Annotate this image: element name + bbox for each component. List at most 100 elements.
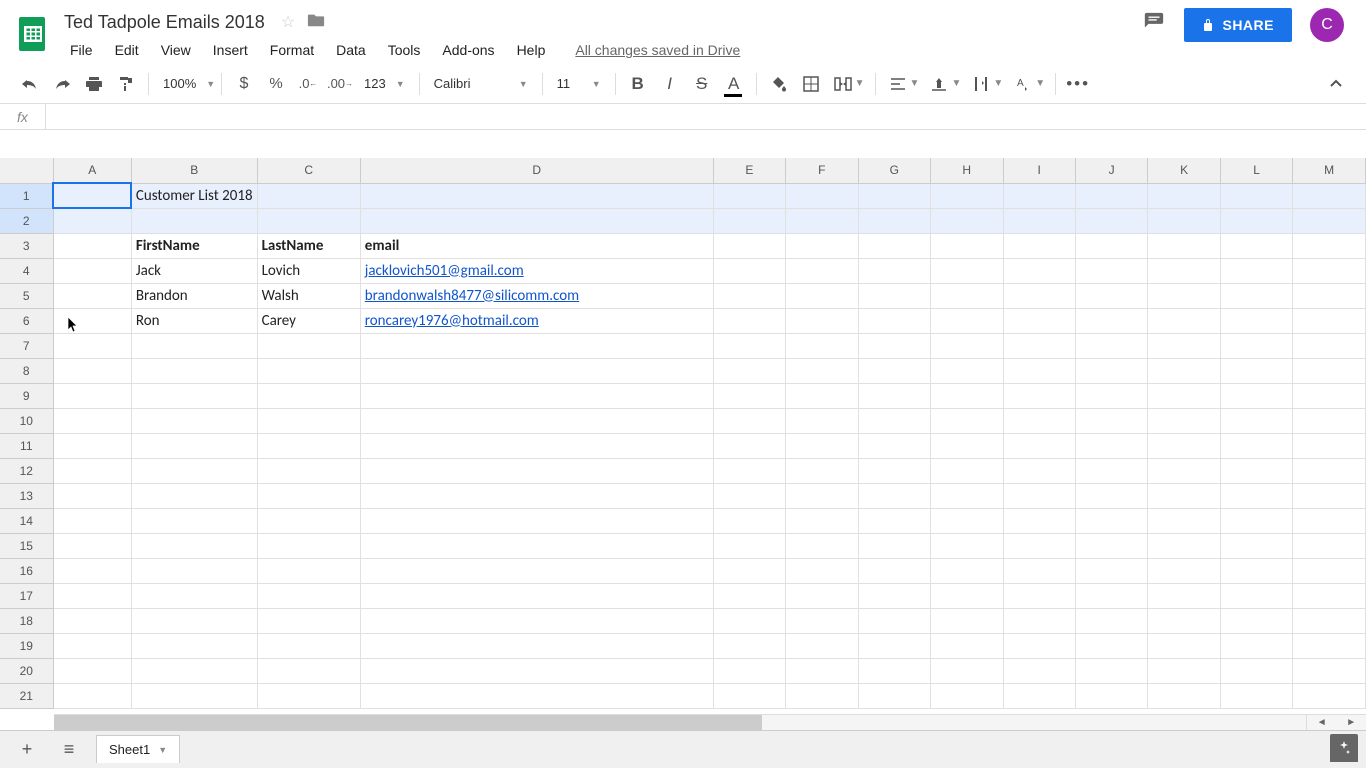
cell-H21[interactable] xyxy=(931,683,1003,708)
cell-G3[interactable] xyxy=(858,233,930,258)
cell-M5[interactable] xyxy=(1293,283,1366,308)
cell-G7[interactable] xyxy=(858,333,930,358)
format-percent-button[interactable]: % xyxy=(260,69,292,99)
cell-B10[interactable] xyxy=(131,408,257,433)
row-header-2[interactable]: 2 xyxy=(0,208,53,233)
cell-I6[interactable] xyxy=(1003,308,1075,333)
row-header-3[interactable]: 3 xyxy=(0,233,53,258)
cell-D18[interactable] xyxy=(360,608,713,633)
increase-decimal-button[interactable]: .00→ xyxy=(324,69,356,99)
cell-A1[interactable] xyxy=(53,183,131,208)
cell-K12[interactable] xyxy=(1148,458,1220,483)
cell-M2[interactable] xyxy=(1293,208,1366,233)
cell-I4[interactable] xyxy=(1003,258,1075,283)
horizontal-scrollbar[interactable] xyxy=(54,714,1366,730)
cell-M6[interactable] xyxy=(1293,308,1366,333)
text-color-button[interactable]: A xyxy=(718,69,750,99)
cell-J14[interactable] xyxy=(1075,508,1147,533)
cell-C21[interactable] xyxy=(257,683,360,708)
menu-insert[interactable]: Insert xyxy=(203,38,258,62)
cell-M10[interactable] xyxy=(1293,408,1366,433)
cell-F2[interactable] xyxy=(786,208,858,233)
cell-B2[interactable] xyxy=(131,208,257,233)
cell-I13[interactable] xyxy=(1003,483,1075,508)
cell-H2[interactable] xyxy=(931,208,1003,233)
cell-B9[interactable] xyxy=(131,383,257,408)
cell-L16[interactable] xyxy=(1220,558,1292,583)
column-header-K[interactable]: K xyxy=(1148,158,1220,183)
decrease-decimal-button[interactable]: .0← xyxy=(292,69,324,99)
cell-G6[interactable] xyxy=(858,308,930,333)
cell-M7[interactable] xyxy=(1293,333,1366,358)
cell-F18[interactable] xyxy=(786,608,858,633)
cell-M1[interactable] xyxy=(1293,183,1366,208)
cell-D14[interactable] xyxy=(360,508,713,533)
cell-J20[interactable] xyxy=(1075,658,1147,683)
cell-G21[interactable] xyxy=(858,683,930,708)
column-header-F[interactable]: F xyxy=(786,158,858,183)
cell-L13[interactable] xyxy=(1220,483,1292,508)
row-header-21[interactable]: 21 xyxy=(0,683,53,708)
cell-I16[interactable] xyxy=(1003,558,1075,583)
cell-C14[interactable] xyxy=(257,508,360,533)
cell-G11[interactable] xyxy=(858,433,930,458)
cell-E13[interactable] xyxy=(713,483,785,508)
cell-G10[interactable] xyxy=(858,408,930,433)
strikethrough-button[interactable]: S xyxy=(686,69,718,99)
cell-M11[interactable] xyxy=(1293,433,1366,458)
row-header-16[interactable]: 16 xyxy=(0,558,53,583)
cell-E1[interactable] xyxy=(713,183,785,208)
cell-H20[interactable] xyxy=(931,658,1003,683)
paint-format-button[interactable] xyxy=(110,69,142,99)
cell-F17[interactable] xyxy=(786,583,858,608)
cell-H19[interactable] xyxy=(931,633,1003,658)
cell-E9[interactable] xyxy=(713,383,785,408)
cell-B14[interactable] xyxy=(131,508,257,533)
cell-D16[interactable] xyxy=(360,558,713,583)
number-format-combo[interactable]: 123▼ xyxy=(356,71,413,97)
cell-L3[interactable] xyxy=(1220,233,1292,258)
cell-J6[interactable] xyxy=(1075,308,1147,333)
cell-K20[interactable] xyxy=(1148,658,1220,683)
cell-E14[interactable] xyxy=(713,508,785,533)
cell-F11[interactable] xyxy=(786,433,858,458)
menu-addons[interactable]: Add-ons xyxy=(432,38,504,62)
cell-A19[interactable] xyxy=(53,633,131,658)
cell-E5[interactable] xyxy=(713,283,785,308)
cell-K17[interactable] xyxy=(1148,583,1220,608)
save-status[interactable]: All changes saved in Drive xyxy=(575,42,740,58)
cell-J7[interactable] xyxy=(1075,333,1147,358)
cell-C10[interactable] xyxy=(257,408,360,433)
cell-K3[interactable] xyxy=(1148,233,1220,258)
cell-M21[interactable] xyxy=(1293,683,1366,708)
cell-D19[interactable] xyxy=(360,633,713,658)
cell-D15[interactable] xyxy=(360,533,713,558)
cell-H12[interactable] xyxy=(931,458,1003,483)
cell-M15[interactable] xyxy=(1293,533,1366,558)
cell-J5[interactable] xyxy=(1075,283,1147,308)
cell-K11[interactable] xyxy=(1148,433,1220,458)
row-header-4[interactable]: 4 xyxy=(0,258,53,283)
more-toolbar-button[interactable]: ••• xyxy=(1062,69,1094,99)
cell-B17[interactable] xyxy=(131,583,257,608)
cell-C9[interactable] xyxy=(257,383,360,408)
cell-I17[interactable] xyxy=(1003,583,1075,608)
cell-F7[interactable] xyxy=(786,333,858,358)
cell-J10[interactable] xyxy=(1075,408,1147,433)
cell-F8[interactable] xyxy=(786,358,858,383)
row-header-18[interactable]: 18 xyxy=(0,608,53,633)
row-header-10[interactable]: 10 xyxy=(0,408,53,433)
row-header-9[interactable]: 9 xyxy=(0,383,53,408)
cell-C1[interactable] xyxy=(257,183,360,208)
all-sheets-button[interactable]: ≡ xyxy=(54,735,84,765)
cell-B11[interactable] xyxy=(131,433,257,458)
column-header-H[interactable]: H xyxy=(931,158,1003,183)
cell-C17[interactable] xyxy=(257,583,360,608)
cell-L10[interactable] xyxy=(1220,408,1292,433)
cell-K15[interactable] xyxy=(1148,533,1220,558)
cell-K18[interactable] xyxy=(1148,608,1220,633)
cell-C11[interactable] xyxy=(257,433,360,458)
cell-L8[interactable] xyxy=(1220,358,1292,383)
cell-H10[interactable] xyxy=(931,408,1003,433)
cell-M14[interactable] xyxy=(1293,508,1366,533)
